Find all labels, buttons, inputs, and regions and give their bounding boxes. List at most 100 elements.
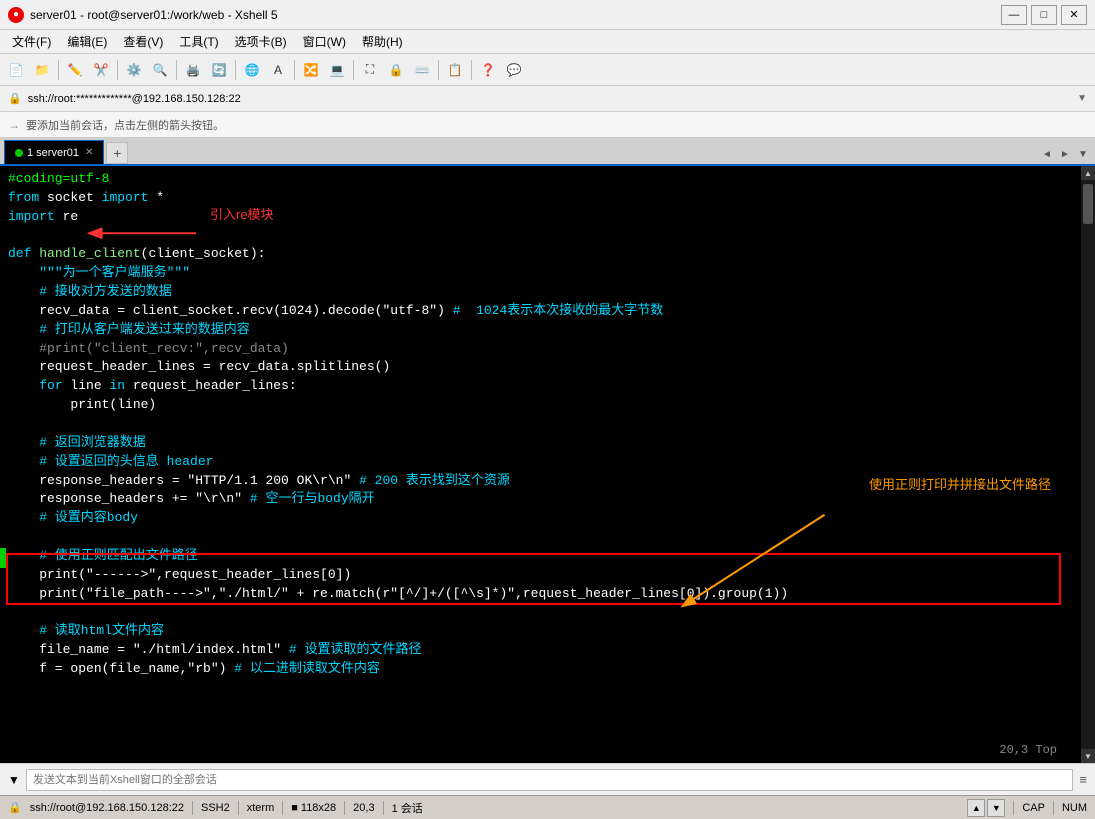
terminal-content[interactable]: #coding=utf-8 from socket import * impor… [0, 166, 1081, 763]
code-line-4 [8, 227, 1073, 246]
address-bar: 🔒 ssh://root:*************@192.168.150.1… [0, 86, 1095, 112]
status-cap: CAP [1022, 802, 1045, 814]
bottom-input-menu-icon[interactable]: ≡ [1079, 772, 1087, 787]
tab-close-icon[interactable]: ✕ [85, 147, 93, 158]
toolbar-open-btn[interactable]: 📁 [30, 58, 54, 82]
window-controls: — □ ✕ [1001, 5, 1087, 25]
scrollbar-thumb[interactable] [1083, 184, 1093, 224]
toolbar-edit-btn[interactable]: ✏️ [63, 58, 87, 82]
terminal-scrollbar[interactable]: ▲ ▼ [1081, 166, 1095, 763]
code-line-11: request_header_lines = recv_data.splitli… [8, 358, 1073, 377]
code-line-27: f = open(file_name,"rb") # 以二进制读取文件内容 [8, 660, 1073, 679]
toolbar-print-btn[interactable]: 🖨️ [181, 58, 205, 82]
toolbar-transfer-btn[interactable]: 🔀 [299, 58, 323, 82]
close-button[interactable]: ✕ [1061, 5, 1087, 25]
status-bar: 🔒 ssh://root@192.168.150.128:22 SSH2 xte… [0, 795, 1095, 819]
toolbar-keyboard-btn[interactable]: ⌨️ [410, 58, 434, 82]
status-sep-6 [1013, 801, 1014, 815]
scrollbar-track[interactable] [1081, 180, 1095, 749]
bottom-input-toggle[interactable]: ▼ [8, 773, 20, 787]
tabs-bar: 1 server01 ✕ + ◄ ► ▼ [0, 138, 1095, 166]
status-size: ■ 118x28 [291, 802, 336, 814]
toolbar-chat-btn[interactable]: 💬 [502, 58, 526, 82]
address-dropdown-icon[interactable]: ▼ [1077, 93, 1087, 104]
green-indicator [0, 548, 6, 568]
code-line-7: # 接收对方发送的数据 [8, 283, 1073, 302]
toolbar-refresh-btn[interactable]: 🔄 [207, 58, 231, 82]
tab-status-dot [15, 149, 23, 157]
status-ssh: SSH2 [201, 802, 230, 814]
toolbar-lock-btn[interactable]: 🔒 [384, 58, 408, 82]
menu-file[interactable]: 文件(F) [4, 31, 59, 52]
toolbar-new-btn[interactable]: 📄 [4, 58, 28, 82]
toolbar-sep-5 [294, 60, 295, 80]
code-line-10: #print("client_recv:",recv_data) [8, 340, 1073, 359]
code-line-24 [8, 603, 1073, 622]
toolbar-fullscreen-btn[interactable]: ⛶ [358, 58, 382, 82]
minimize-button[interactable]: — [1001, 5, 1027, 25]
toolbar-sep-6 [353, 60, 354, 80]
status-sessions: 1 会话 [392, 800, 423, 816]
status-sep-3 [282, 801, 283, 815]
status-sep-2 [238, 801, 239, 815]
code-line-16: # 设置返回的头信息 header [8, 453, 1073, 472]
toolbar-globe-btn[interactable]: 🌐 [240, 58, 264, 82]
toolbar-search-btn[interactable]: 🔍 [148, 58, 172, 82]
tab-nav-menu[interactable]: ▼ [1075, 146, 1091, 162]
toolbar-settings-btn[interactable]: ⚙️ [122, 58, 146, 82]
code-line-1: #coding=utf-8 [8, 170, 1073, 189]
toolbar-sep-4 [235, 60, 236, 80]
tab-add-button[interactable]: + [106, 142, 128, 164]
code-line-20 [8, 528, 1073, 547]
maximize-button[interactable]: □ [1031, 5, 1057, 25]
status-lock-icon: 🔒 [8, 801, 22, 814]
status-pos: 20,3 [353, 802, 374, 814]
code-line-22: print("------>",request_header_lines[0]) [8, 566, 1073, 585]
status-sep-5 [383, 801, 384, 815]
menu-view[interactable]: 查看(V) [115, 31, 171, 52]
bottom-input-bar: ▼ ≡ [0, 763, 1095, 795]
status-sep-7 [1053, 801, 1054, 815]
toolbar-font-btn[interactable]: A [266, 58, 290, 82]
address-lock-icon: 🔒 [8, 92, 22, 105]
code-line-23: print("file_path---->","./html/" + re.ma… [8, 585, 1073, 604]
toolbar-cut-btn[interactable]: ✂️ [89, 58, 113, 82]
tab-nav-right[interactable]: ► [1057, 146, 1073, 162]
scroll-up-arrow[interactable]: ▲ [1081, 166, 1095, 180]
scroll-down-arrow[interactable]: ▼ [1081, 749, 1095, 763]
bottom-input-field[interactable] [26, 769, 1074, 791]
status-sep-1 [192, 801, 193, 815]
toolbar-sep-1 [58, 60, 59, 80]
status-num: NUM [1062, 802, 1087, 814]
toolbar-help-btn[interactable]: ❓ [476, 58, 500, 82]
menu-help[interactable]: 帮助(H) [354, 31, 411, 52]
tab-nav-left[interactable]: ◄ [1039, 146, 1055, 162]
status-session-arrows: ▲ ▼ [967, 799, 1005, 817]
toolbar: 📄 📁 ✏️ ✂️ ⚙️ 🔍 🖨️ 🔄 🌐 A 🔀 💻 ⛶ 🔒 ⌨️ 📋 ❓ 💬 [0, 54, 1095, 86]
session-up-arrow[interactable]: ▲ [967, 799, 985, 817]
app-icon: ● [8, 7, 24, 23]
info-text: 要添加当前会话，点击左侧的箭头按钮。 [26, 117, 224, 133]
menu-bar: 文件(F) 编辑(E) 查看(V) 工具(T) 选项卡(B) 窗口(W) 帮助(… [0, 30, 1095, 54]
address-text: ssh://root:*************@192.168.150.128… [28, 93, 241, 105]
title-bar: ● server01 - root@server01:/work/web - X… [0, 0, 1095, 30]
menu-edit[interactable]: 编辑(E) [59, 31, 115, 52]
session-down-arrow[interactable]: ▼ [987, 799, 1005, 817]
code-line-5: def handle_client(client_socket): [8, 245, 1073, 264]
tab-server01[interactable]: 1 server01 ✕ [4, 140, 104, 164]
menu-window[interactable]: 窗口(W) [295, 31, 354, 52]
menu-tabs[interactable]: 选项卡(B) [227, 31, 295, 52]
code-line-18: response_headers += "\r\n" # 空一行与body隔开 [8, 490, 1073, 509]
code-line-12: for line in request_header_lines: [8, 377, 1073, 396]
info-bar: → 要添加当前会话，点击左侧的箭头按钮。 [0, 112, 1095, 138]
terminal-container[interactable]: #coding=utf-8 from socket import * impor… [0, 166, 1095, 763]
code-line-13: print(line) [8, 396, 1073, 415]
toolbar-copy-btn[interactable]: 📋 [443, 58, 467, 82]
toolbar-sep-3 [176, 60, 177, 80]
code-line-21: # 使用正则匹配出文件路径 [8, 547, 1073, 566]
toolbar-terminal-btn[interactable]: 💻 [325, 58, 349, 82]
info-arrow-icon: → [8, 118, 20, 132]
menu-tools[interactable]: 工具(T) [171, 31, 226, 52]
toolbar-sep-8 [471, 60, 472, 80]
window-title: server01 - root@server01:/work/web - Xsh… [30, 8, 1001, 22]
